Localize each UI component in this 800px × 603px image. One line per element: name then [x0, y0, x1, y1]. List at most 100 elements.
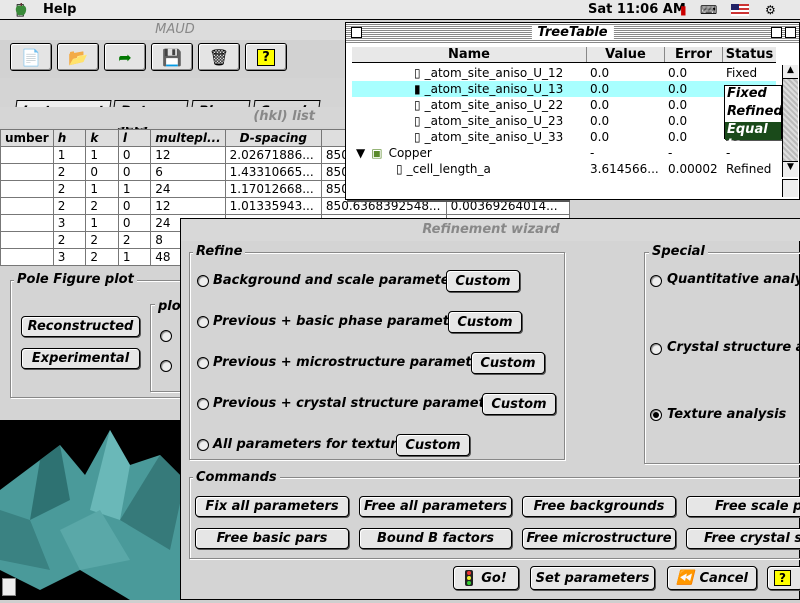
tree-row[interactable]: ▯ _cell_length_a 3.614566... 0.00002 Refi…: [352, 161, 776, 177]
cell[interactable]: 0: [117, 214, 152, 232]
cell[interactable]: [0, 214, 54, 232]
free-all-parameters-button[interactable]: Free all parameters: [359, 496, 512, 517]
pole-figure-3d-plot[interactable]: [0, 420, 185, 600]
refine-option-label-5[interactable]: All parameters for texture: [213, 437, 405, 452]
cell[interactable]: 1.01335943...: [224, 197, 322, 215]
refine-option-radio-4[interactable]: [197, 398, 209, 410]
custom-button-2[interactable]: Custom: [448, 311, 522, 333]
tree-row[interactable]: ▯ _atom_site_aniso_U_12 0.0 0.0 Fixed: [352, 65, 776, 81]
bound-b-factors-button[interactable]: Bound B factors: [359, 528, 512, 549]
forward-button[interactable]: ➦: [104, 43, 146, 71]
cell[interactable]: 1.17012668...: [224, 180, 322, 198]
apple-logo-icon[interactable]: [14, 3, 28, 17]
tree-row[interactable]: ▯ _atom_site_aniso_U_23 0.0 0.0: [352, 113, 776, 129]
scroll-handle-icon[interactable]: [2, 578, 16, 596]
free-crystal-structure-button[interactable]: Free crystal str: [686, 528, 800, 549]
open-file-button[interactable]: 📂: [57, 43, 99, 71]
trash-button[interactable]: 🗑: [198, 43, 240, 71]
custom-button-4[interactable]: Custom: [482, 393, 556, 415]
cell[interactable]: 12: [150, 197, 226, 215]
custom-button-3[interactable]: Custom: [471, 352, 545, 374]
flag-icon[interactable]: [731, 4, 749, 16]
go-button[interactable]: Go!: [453, 566, 519, 590]
tree-row-value[interactable]: 3.614566...: [587, 162, 665, 176]
tree-row-error[interactable]: 0.0: [665, 98, 723, 112]
help-button[interactable]: ?: [245, 43, 287, 71]
cell[interactable]: 1: [117, 248, 152, 266]
col-l[interactable]: l: [117, 129, 152, 147]
save-button[interactable]: 💾: [151, 43, 193, 71]
refine-option-radio-3[interactable]: [197, 357, 209, 369]
cell[interactable]: 2: [52, 197, 87, 215]
refine-option-radio-1[interactable]: [197, 275, 209, 287]
tree-row-status[interactable]: Refined: [723, 162, 776, 176]
resize-grip-icon[interactable]: [782, 179, 798, 197]
cell[interactable]: 0: [117, 163, 152, 181]
new-file-button[interactable]: 📄: [10, 43, 52, 71]
refine-option-label-2[interactable]: Previous + basic phase parameters: [213, 314, 472, 329]
refine-option-radio-5[interactable]: [197, 439, 209, 451]
special-label-crystal-structure[interactable]: Crystal structure and: [667, 340, 800, 355]
cell[interactable]: 2.02671886...: [224, 146, 322, 164]
cell[interactable]: 1: [85, 180, 119, 198]
wizard-help-button[interactable]: ?: [767, 566, 800, 590]
fix-all-parameters-button[interactable]: Fix all parameters: [195, 496, 349, 517]
cell[interactable]: 2: [52, 180, 87, 198]
application-menu-icon[interactable]: ⚙: [765, 3, 776, 17]
col-k[interactable]: k: [85, 129, 119, 147]
cell[interactable]: 12: [150, 146, 226, 164]
cell[interactable]: 0: [117, 146, 152, 164]
table-row[interactable]: 2 2 0 12 1.01335943... 850.6368392548... 0.003…: [0, 197, 570, 215]
cancel-button[interactable]: ⏪ Cancel: [667, 566, 757, 590]
close-box-icon[interactable]: [351, 27, 362, 38]
tree-row-error[interactable]: 0.0: [665, 66, 723, 80]
tree-row-value[interactable]: 0.0: [587, 98, 665, 112]
cell[interactable]: 1: [117, 180, 152, 198]
cell[interactable]: [0, 146, 54, 164]
tree-row-value[interactable]: 0.0: [587, 114, 665, 128]
cell[interactable]: 0: [117, 197, 152, 215]
cell[interactable]: 2: [117, 231, 152, 249]
set-parameters-button[interactable]: Set parameters: [530, 566, 655, 590]
cell[interactable]: 2: [85, 248, 119, 266]
column-status[interactable]: Status: [723, 47, 776, 62]
battery-icon[interactable]: ▮: [680, 3, 687, 17]
keyboard-icon[interactable]: ⌨: [700, 3, 717, 17]
refine-option-radio-2[interactable]: [197, 316, 209, 328]
cell[interactable]: 1: [85, 214, 119, 232]
col-d-spacing[interactable]: D-spacing: [224, 129, 322, 147]
cell[interactable]: [0, 180, 54, 198]
plot-option-radio-1[interactable]: [160, 330, 172, 342]
cell[interactable]: 6: [150, 163, 226, 181]
cell[interactable]: 0.00369264014...: [445, 197, 570, 215]
plot-option-radio-2[interactable]: [160, 360, 172, 372]
column-error[interactable]: Error: [665, 47, 723, 62]
zoom-box-icon[interactable]: [771, 27, 782, 38]
col-h[interactable]: h: [52, 129, 87, 147]
col-multiplicity[interactable]: multepl...: [150, 129, 226, 147]
scroll-down-arrow-icon[interactable]: ▼: [783, 161, 798, 177]
special-label-quantitative[interactable]: Quantitative analysis: [667, 272, 800, 287]
tree-row-status[interactable]: Fixed: [723, 66, 776, 80]
custom-button-5[interactable]: Custom: [396, 434, 470, 456]
cell[interactable]: 24: [150, 180, 226, 198]
cell[interactable]: [0, 231, 54, 249]
column-value[interactable]: Value: [587, 47, 665, 62]
custom-button-1[interactable]: Custom: [446, 270, 520, 292]
treetable-vertical-scrollbar[interactable]: ▲ ▼: [782, 65, 798, 177]
column-name[interactable]: Name: [352, 47, 587, 62]
special-radio-texture[interactable]: [650, 409, 662, 421]
tree-row[interactable]: ▯ _atom_site_aniso_U_33 0.0 0.0: [352, 129, 776, 145]
refine-option-label-1[interactable]: Background and scale parameters: [213, 273, 464, 288]
cell[interactable]: 2: [85, 197, 119, 215]
tree-row-selected[interactable]: ▮ _atom_site_aniso_U_13 0.0 0.0: [352, 81, 776, 97]
tree-row[interactable]: ▯ _atom_site_aniso_U_22 0.0 0.0: [352, 97, 776, 113]
cell[interactable]: 3: [52, 214, 87, 232]
tree-row-error[interactable]: 0.0: [665, 82, 723, 96]
cell[interactable]: 850.6368392548...: [320, 197, 447, 215]
refine-option-label-3[interactable]: Previous + microstructure parameters: [213, 355, 495, 370]
refine-option-label-4[interactable]: Previous + crystal structure parameters: [213, 396, 508, 411]
tree-row-error[interactable]: 0.00002: [665, 162, 723, 176]
cell[interactable]: 0: [85, 163, 119, 181]
tree-row-value[interactable]: 0.0: [587, 130, 665, 144]
